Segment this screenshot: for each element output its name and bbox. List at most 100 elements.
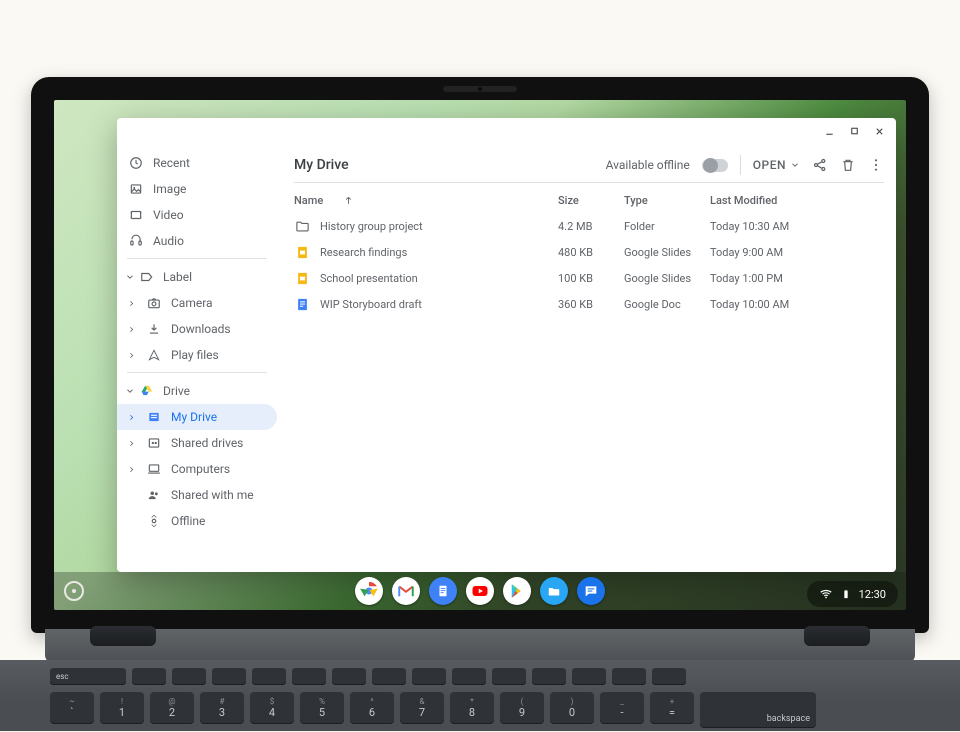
sidebar-drive-cat-label: Drive bbox=[163, 384, 190, 398]
laptop-bezel: Recent Image Video Audio bbox=[31, 77, 929, 633]
divider bbox=[127, 372, 267, 373]
file-size: 480 KB bbox=[558, 246, 624, 259]
sidebar-sharedwme-label: Shared with me bbox=[171, 488, 254, 502]
chevron-down-icon bbox=[790, 160, 800, 170]
file-modified: Today 1:00 PM bbox=[710, 272, 884, 285]
content-header: My Drive Available offline OPEN bbox=[294, 148, 884, 182]
slides-icon bbox=[294, 270, 310, 286]
sidebar-mydrive-label: My Drive bbox=[171, 410, 217, 424]
sidebar-video[interactable]: Video bbox=[117, 202, 277, 228]
shared-with-me-icon bbox=[147, 488, 161, 502]
chromeos-shelf: 12:30 bbox=[54, 572, 906, 610]
sidebar-drive-category[interactable]: Drive bbox=[117, 377, 277, 404]
file-row[interactable]: History group project4.2 MBFolderToday 1… bbox=[294, 213, 884, 239]
keyboard-key bbox=[132, 668, 166, 685]
download-icon bbox=[147, 322, 161, 336]
launcher-button[interactable] bbox=[64, 581, 84, 601]
sidebar-offline[interactable]: Offline bbox=[117, 508, 277, 534]
files-app-window: Recent Image Video Audio bbox=[117, 118, 896, 572]
chromebook-screen: Recent Image Video Audio bbox=[54, 100, 906, 610]
more-button[interactable] bbox=[868, 157, 884, 173]
gmail-app-icon[interactable] bbox=[392, 577, 420, 605]
close-button[interactable] bbox=[874, 126, 885, 137]
file-row[interactable]: School presentation100 KBGoogle SlidesTo… bbox=[294, 265, 884, 291]
open-button[interactable]: OPEN bbox=[753, 158, 800, 172]
sidebar-label-category[interactable]: Label bbox=[117, 263, 277, 290]
maximize-button[interactable] bbox=[849, 126, 860, 137]
sidebar-audio[interactable]: Audio bbox=[117, 228, 277, 254]
status-tray[interactable]: 12:30 bbox=[807, 581, 898, 607]
file-row[interactable]: WIP Storyboard draft360 KBGoogle DocToda… bbox=[294, 291, 884, 317]
sidebar-shared-with-me[interactable]: Shared with me bbox=[117, 482, 277, 508]
sidebar-playfiles[interactable]: Play files bbox=[117, 342, 277, 368]
minimize-button[interactable] bbox=[824, 126, 835, 137]
sidebar-computers[interactable]: Computers bbox=[117, 456, 277, 482]
keyboard-key: @2 bbox=[150, 692, 194, 724]
share-button[interactable] bbox=[812, 157, 828, 173]
sidebar-shareddrives[interactable]: Shared drives bbox=[117, 430, 277, 456]
files-app-icon[interactable] bbox=[540, 577, 568, 605]
mydrive-icon bbox=[147, 410, 161, 424]
docs-app-icon[interactable] bbox=[429, 577, 457, 605]
header-divider bbox=[294, 182, 884, 183]
keyboard-key bbox=[532, 668, 566, 685]
keyboard-key bbox=[492, 668, 526, 685]
sidebar-camera-label: Camera bbox=[171, 296, 213, 310]
sidebar-downloads[interactable]: Downloads bbox=[117, 316, 277, 342]
column-name[interactable]: Name bbox=[294, 194, 558, 207]
keyboard-key: %5 bbox=[300, 692, 344, 724]
divider bbox=[127, 258, 267, 259]
keyboard-key: ~` bbox=[50, 692, 94, 724]
wifi-icon bbox=[819, 587, 833, 601]
keyboard-key bbox=[572, 668, 606, 685]
sidebar-recent[interactable]: Recent bbox=[117, 150, 277, 176]
file-name: School presentation bbox=[320, 272, 418, 285]
label-icon bbox=[140, 270, 154, 284]
youtube-app-icon[interactable] bbox=[466, 577, 494, 605]
sidebar-mydrive[interactable]: My Drive bbox=[117, 404, 277, 430]
chrome-app-icon[interactable] bbox=[355, 577, 383, 605]
file-name: History group project bbox=[320, 220, 423, 233]
camera-icon bbox=[147, 296, 161, 310]
sidebar-video-label: Video bbox=[153, 208, 184, 222]
sidebar-label-cat-label: Label bbox=[163, 270, 192, 284]
keyboard-key bbox=[292, 668, 326, 685]
shared-drives-icon bbox=[147, 436, 161, 450]
separator bbox=[740, 155, 741, 175]
laptop-hinge-bar bbox=[45, 629, 915, 663]
available-offline-toggle[interactable] bbox=[702, 159, 728, 172]
sidebar-computers-label: Computers bbox=[171, 462, 230, 476]
file-name: WIP Storyboard draft bbox=[320, 298, 422, 311]
play-store-app-icon[interactable] bbox=[503, 577, 531, 605]
clock-icon bbox=[129, 156, 143, 170]
open-button-label: OPEN bbox=[753, 158, 786, 172]
file-size: 4.2 MB bbox=[558, 220, 624, 233]
laptop-hinge bbox=[804, 626, 870, 646]
sidebar-camera[interactable]: Camera bbox=[117, 290, 277, 316]
chevron-right-icon bbox=[125, 296, 137, 310]
file-modified: Today 9:00 AM bbox=[710, 246, 884, 259]
keyboard-key: ^6 bbox=[350, 692, 394, 724]
file-row[interactable]: Research findings480 KBGoogle SlidesToda… bbox=[294, 239, 884, 265]
sidebar-image[interactable]: Image bbox=[117, 176, 277, 202]
file-name: Research findings bbox=[320, 246, 407, 259]
chevron-down-icon bbox=[125, 270, 135, 284]
column-modified[interactable]: Last Modified bbox=[710, 194, 884, 207]
column-type[interactable]: Type bbox=[624, 194, 710, 207]
folder-icon bbox=[294, 218, 310, 234]
keyboard-key: esc bbox=[50, 668, 126, 685]
audio-icon bbox=[129, 234, 143, 248]
delete-button[interactable] bbox=[840, 157, 856, 173]
files-sidebar: Recent Image Video Audio bbox=[117, 144, 278, 572]
available-offline-label: Available offline bbox=[606, 158, 690, 172]
column-size[interactable]: Size bbox=[558, 194, 624, 207]
keyboard-key bbox=[452, 668, 486, 685]
keyboard-key bbox=[372, 668, 406, 685]
file-modified: Today 10:30 AM bbox=[710, 220, 884, 233]
battery-icon bbox=[841, 587, 851, 601]
column-headers: Name Size Type Last Modified bbox=[294, 187, 884, 213]
offline-icon bbox=[147, 514, 161, 528]
keyboard-key-backspace: backspace bbox=[700, 692, 816, 728]
messages-app-icon[interactable] bbox=[577, 577, 605, 605]
keyboard-key: *8 bbox=[450, 692, 494, 724]
